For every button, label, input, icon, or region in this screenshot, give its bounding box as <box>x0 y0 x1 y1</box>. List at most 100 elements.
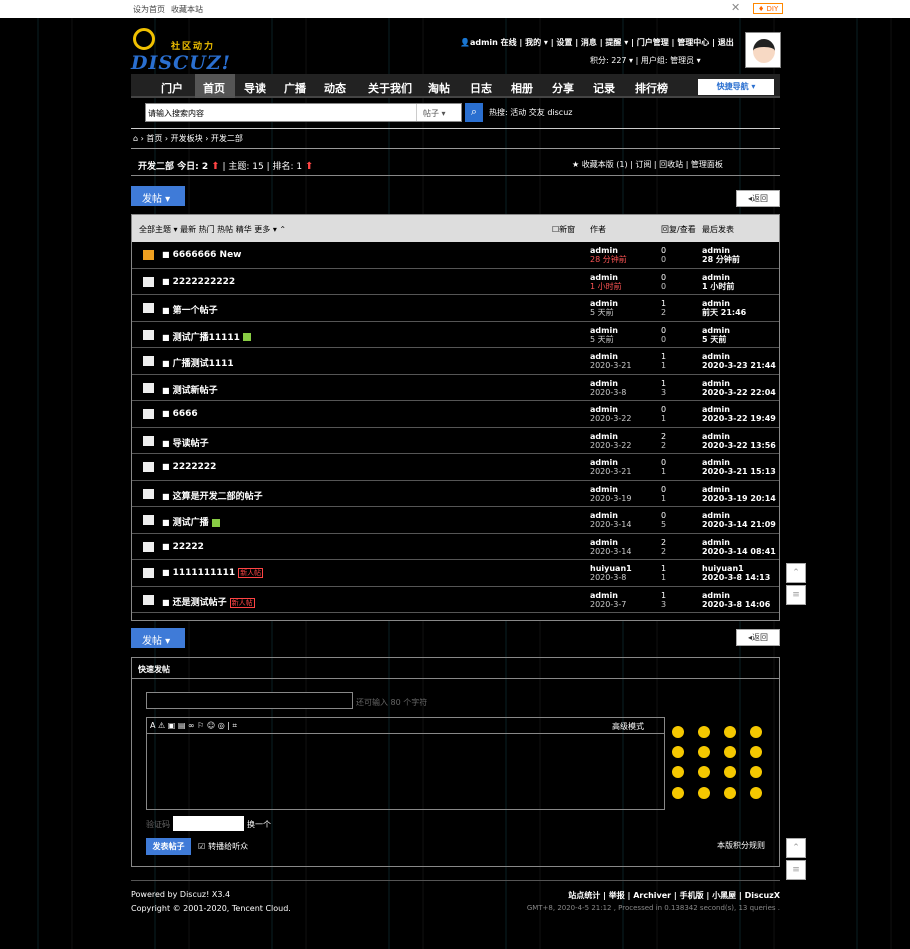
smiley-icon[interactable] <box>724 787 736 799</box>
new-post-button-bottom[interactable]: 发帖 ▾ <box>131 628 185 648</box>
thread-title[interactable]: 22222 <box>162 542 204 552</box>
list-icon[interactable]: ≡ <box>786 585 806 605</box>
back-to-top-icon[interactable]: ⌃ <box>786 563 806 583</box>
thread-author[interactable]: admin 1 小时前 <box>590 273 622 291</box>
table-row[interactable]: 2222222 admin2020-3-21 01 admin2020-3-21 15… <box>132 454 779 481</box>
user-menu[interactable]: 👤admin 在线 | 我的 ▾ | 设置 | 消息 | 提醒 ▾ | 门户管理… <box>460 37 734 48</box>
footer-links[interactable]: 站点统计 | 举报 | Archiver | 手机版 | 小黑屋 | Discu… <box>568 890 780 901</box>
nav-item-record[interactable]: 记录 <box>593 80 615 96</box>
new-window-checkbox[interactable]: ☐新窗 <box>552 224 575 235</box>
list-icon[interactable]: ≡ <box>786 860 806 880</box>
last-post[interactable]: admin 1 小时前 <box>702 273 734 291</box>
last-post[interactable]: huiyuan1 2020-3-8 14:13 <box>702 564 770 582</box>
avatar[interactable] <box>745 32 781 68</box>
thread-title[interactable]: 导读帖子 <box>162 436 209 449</box>
smiley-icon[interactable] <box>750 746 762 758</box>
user-credits[interactable]: 积分: 227 ▾ | 用户组: 管理员 ▾ <box>590 55 701 66</box>
captcha-refresh-link[interactable]: 换一个 <box>247 819 271 830</box>
thread-title[interactable]: 6666 <box>162 409 198 419</box>
smiley-icon[interactable] <box>750 766 762 778</box>
advanced-mode-link[interactable]: 高级模式 <box>612 721 644 732</box>
last-post[interactable]: admin 2020-3-8 14:06 <box>702 591 770 609</box>
set-home-link[interactable]: 设为首页 <box>133 5 165 14</box>
search-scope-select[interactable]: 帖子 ▾ <box>416 104 461 121</box>
thread-title[interactable]: 1111111111新人帖 <box>162 568 264 578</box>
smiley-icon[interactable] <box>698 787 710 799</box>
table-row[interactable]: 第一个帖子 admin5 天前 12 admin前天 21:46 <box>132 295 779 322</box>
thread-author[interactable]: admin 5 天前 <box>590 326 618 344</box>
table-row[interactable]: 测试新帖子 admin2020-3-8 13 admin2020-3-22 22:04 <box>132 375 779 401</box>
thread-title[interactable]: 第一个帖子 <box>162 303 218 316</box>
thread-author[interactable]: admin 5 天前 <box>590 299 618 317</box>
last-post[interactable]: admin 前天 21:46 <box>702 299 746 317</box>
smiley-icon[interactable] <box>672 766 684 778</box>
table-row[interactable]: 测试广播 admin2020-3-14 05 admin2020-3-14 21:09 <box>132 507 779 534</box>
thread-author[interactable]: admin 2020-3-22 <box>590 432 631 450</box>
last-post[interactable]: admin 2020-3-19 20:14 <box>702 485 776 503</box>
last-post[interactable]: admin 2020-3-14 08:41 <box>702 538 776 556</box>
forum-actions[interactable]: ★ 收藏本版 (1) | 订阅 | 回收站 | 管理面板 <box>572 159 723 170</box>
post-title-input[interactable] <box>146 692 353 709</box>
thread-author[interactable]: admin 2020-3-8 <box>590 379 626 397</box>
thread-author[interactable]: admin 2020-3-19 <box>590 485 631 503</box>
nav-item-portal[interactable]: 门户 <box>161 80 183 96</box>
bookmark-link[interactable]: 收藏本站 <box>171 5 203 14</box>
thread-title[interactable]: 测试广播 <box>162 515 220 528</box>
new-post-button[interactable]: 发帖 ▾ <box>131 186 185 206</box>
table-row[interactable]: 还是测试帖子新人帖 admin2020-3-7 13 admin2020-3-8 14… <box>132 587 779 613</box>
nav-item-about[interactable]: 关于我们 <box>368 80 412 96</box>
table-row[interactable]: 6666 admin2020-3-22 01 admin2020-3-22 19:49 <box>132 401 779 428</box>
last-post[interactable]: admin 5 天前 <box>702 326 730 344</box>
smiley-icon[interactable] <box>724 766 736 778</box>
thread-author[interactable]: admin 2020-3-22 <box>590 405 631 423</box>
smiley-icon[interactable] <box>724 746 736 758</box>
nav-item-album[interactable]: 相册 <box>511 80 533 96</box>
thread-filter[interactable]: 全部主题 ▾ 最新 热门 热帖 精华 更多 ▾ ⌃ <box>139 224 286 235</box>
last-post[interactable]: admin 2020-3-22 13:56 <box>702 432 776 450</box>
smiley-icon[interactable] <box>672 726 684 738</box>
smiley-icon[interactable] <box>672 746 684 758</box>
thread-author[interactable]: admin 2020-3-21 <box>590 458 631 476</box>
last-post[interactable]: admin 2020-3-21 15:13 <box>702 458 776 476</box>
logo[interactable]: 社区动力 DISCUZ! <box>131 28 231 74</box>
thread-author[interactable]: huiyuan1 2020-3-8 <box>590 564 632 582</box>
thread-author[interactable]: admin 2020-3-14 <box>590 511 631 529</box>
last-post[interactable]: admin 2020-3-22 22:04 <box>702 379 776 397</box>
thread-author[interactable]: admin 2020-3-7 <box>590 591 626 609</box>
thread-title[interactable]: 测试广播11111 <box>162 330 251 343</box>
nav-item-ranking[interactable]: 排行榜 <box>635 80 668 96</box>
thread-title[interactable]: 2222222 <box>162 462 217 472</box>
thread-title[interactable]: 还是测试帖子新人帖 <box>162 595 255 608</box>
submit-post-button[interactable]: 发表帖子 <box>146 838 191 855</box>
smiley-icon[interactable] <box>750 787 762 799</box>
table-row[interactable]: 测试广播11111 admin5 天前 00 admin5 天前 <box>132 322 779 348</box>
table-row[interactable]: 2222222222 admin1 小时前 00 admin1 小时前 <box>132 269 779 295</box>
nav-item-broadcast[interactable]: 广播 <box>284 80 306 96</box>
last-post[interactable]: admin 2020-3-23 21:44 <box>702 352 776 370</box>
table-row[interactable]: 22222 admin2020-3-14 22 admin2020-3-14 08:4… <box>132 534 779 560</box>
thread-author[interactable]: admin 2020-3-21 <box>590 352 631 370</box>
search-icon[interactable]: ⌕ <box>465 103 483 122</box>
nav-item-home[interactable]: 首页 <box>203 80 225 96</box>
thread-title[interactable]: 2222222222 <box>162 277 236 287</box>
thread-author[interactable]: admin 2020-3-14 <box>590 538 631 556</box>
smiley-icon[interactable] <box>698 726 710 738</box>
quick-nav-button[interactable]: 快捷导航 ▾ <box>698 79 774 95</box>
nav-item-share[interactable]: 分享 <box>552 80 574 96</box>
back-button[interactable]: ◂返回 <box>736 190 780 207</box>
nav-item-guide[interactable]: 导读 <box>244 80 266 96</box>
smiley-icon[interactable] <box>672 787 684 799</box>
table-row[interactable]: 6666666 New admin28 分钟前 00 admin28 分钟前 <box>132 242 779 269</box>
thread-title[interactable]: 广播测试1111 <box>162 356 234 369</box>
smiley-icon[interactable] <box>724 726 736 738</box>
breadcrumb[interactable]: ⌂ › 首页 › 开发板块 › 开发二部 <box>133 133 243 144</box>
thread-title[interactable]: 这算是开发二部的帖子 <box>162 489 263 502</box>
nav-item-collection[interactable]: 淘帖 <box>428 80 450 96</box>
rebroadcast-checkbox[interactable]: 转播给听众 <box>198 841 248 852</box>
thread-title[interactable]: 6666666 New <box>162 250 242 260</box>
search-input[interactable]: 请输入搜索内容 帖子 ▾ <box>145 103 462 122</box>
thread-title[interactable]: 测试新帖子 <box>162 383 218 396</box>
smiley-icon[interactable] <box>750 726 762 738</box>
last-post[interactable]: admin 28 分钟前 <box>702 246 740 264</box>
hot-search[interactable]: 热搜: 活动 交友 discuz <box>489 107 572 118</box>
